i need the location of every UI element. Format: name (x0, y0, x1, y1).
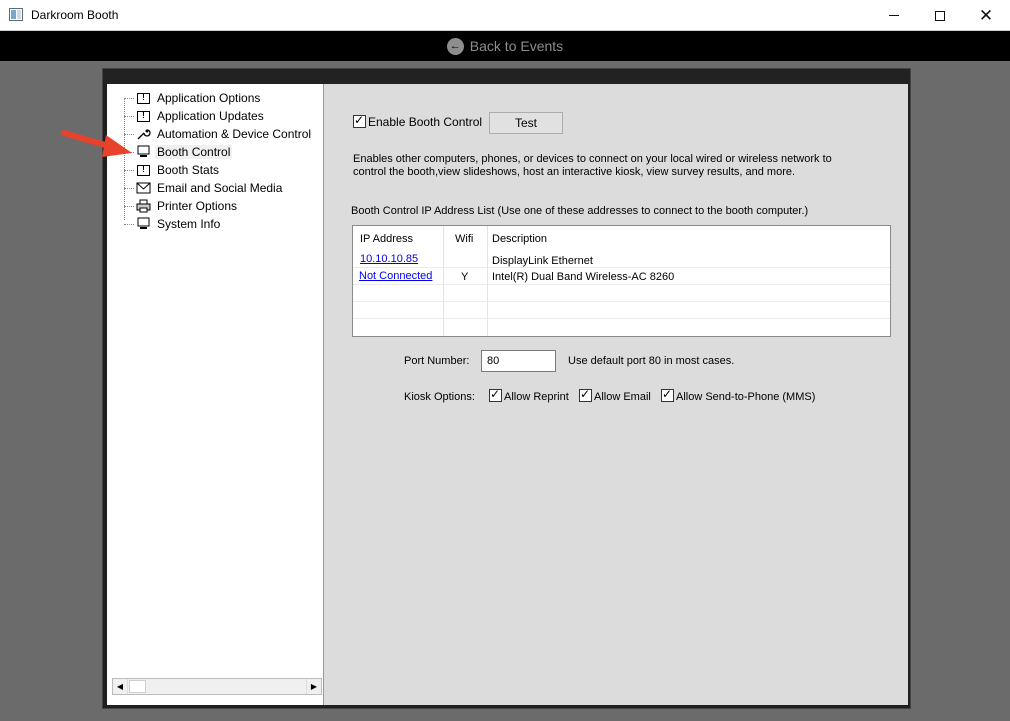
envelope-icon (136, 182, 151, 195)
tree-item-label: Booth Control (155, 145, 233, 159)
column-header-description[interactable]: Description (492, 233, 547, 245)
table-row-empty (353, 285, 890, 302)
back-to-events-button[interactable]: ← Back to Events (446, 37, 564, 55)
booth-control-description: Enables other computers, phones, or devi… (353, 153, 873, 179)
document-icon: ! (136, 110, 151, 123)
checkbox-checked-icon[interactable] (353, 113, 366, 128)
back-label: Back to Events (469, 38, 564, 54)
scroll-thumb[interactable] (129, 680, 146, 693)
tree-item-application-updates[interactable]: ! Application Updates (107, 107, 264, 125)
close-button[interactable]: ✕ (963, 0, 1009, 31)
booth-control-settings: Enable Booth Control Test Enables other … (324, 84, 908, 705)
tree-horizontal-scrollbar[interactable]: ◀ ▶ (112, 678, 322, 695)
ip-list-title: Booth Control IP Address List (Use one o… (351, 205, 809, 217)
document-icon: ! (136, 164, 151, 177)
checkbox-checked-icon[interactable] (579, 387, 592, 402)
window-title: Darkroom Booth (31, 8, 119, 22)
port-number-hint: Use default port 80 in most cases. (568, 355, 735, 367)
port-number-input[interactable]: 80 (481, 350, 556, 372)
allow-send-to-phone-label: Allow Send-to-Phone (MMS) (676, 391, 816, 403)
tree-item-label: Application Updates (157, 109, 264, 123)
tree-item-label: Printer Options (157, 199, 238, 213)
tree-item-label: Application Options (157, 91, 261, 105)
column-header-ip-address[interactable]: IP Address (360, 233, 413, 245)
enable-booth-control-checkbox[interactable]: Enable Booth Control (353, 113, 483, 129)
settings-tree: ! Application Options ! Application Upda… (107, 84, 324, 705)
ip-address-link[interactable]: 10.10.10.85 (360, 253, 418, 265)
close-icon: ✕ (978, 6, 994, 25)
tree-item-label: System Info (157, 217, 221, 231)
tree-item-label: Booth Stats (157, 163, 220, 177)
tree-item-label: Automation & Device Control (157, 127, 312, 141)
title-bar: Darkroom Booth ✕ (0, 0, 1010, 31)
computer-icon (136, 217, 151, 231)
scroll-right-icon[interactable]: ▶ (306, 679, 321, 694)
scroll-left-icon[interactable]: ◀ (113, 679, 128, 694)
test-button[interactable]: Test (489, 112, 563, 134)
tree-item-email-social-media[interactable]: Email and Social Media (107, 179, 282, 197)
description-cell: Intel(R) Dual Band Wireless-AC 8260 (492, 271, 675, 283)
enable-booth-control-label: Enable Booth Control (368, 115, 483, 129)
tree-item-application-options[interactable]: ! Application Options (107, 89, 260, 107)
allow-email-checkbox[interactable]: Allow Email (579, 387, 651, 403)
ip-address-table[interactable]: IP Address Wifi Description 10.10.10.85 … (352, 225, 891, 337)
allow-email-label: Allow Email (594, 391, 651, 403)
minimize-icon (889, 15, 899, 16)
app-icon (9, 8, 23, 21)
tree-item-printer-options[interactable]: Printer Options (107, 197, 237, 215)
tree-item-label: Email and Social Media (157, 181, 283, 195)
maximize-button[interactable] (917, 0, 963, 31)
table-row[interactable]: 10.10.10.85 DisplayLink Ethernet (353, 251, 890, 268)
checkbox-checked-icon[interactable] (489, 387, 502, 402)
printer-icon (136, 199, 151, 213)
table-row[interactable]: Not Connected Y Intel(R) Dual Band Wirel… (353, 268, 890, 285)
allow-reprint-checkbox[interactable]: Allow Reprint (489, 387, 569, 403)
column-header-wifi[interactable]: Wifi (455, 233, 473, 245)
maximize-icon (935, 10, 945, 21)
allow-send-to-phone-checkbox[interactable]: Allow Send-to-Phone (MMS) (661, 387, 816, 403)
table-row-empty (353, 302, 890, 319)
settings-panel: ! Application Options ! Application Upda… (102, 68, 911, 709)
document-icon: ! (136, 92, 151, 105)
port-number-label: Port Number: (404, 355, 470, 367)
description-line: Enables other computers, phones, or devi… (353, 153, 832, 165)
red-arrow-annotation-icon (61, 130, 132, 157)
arrow-left-icon: ← (446, 37, 464, 55)
checkbox-checked-icon[interactable] (661, 387, 674, 402)
ip-address-link[interactable]: Not Connected (359, 270, 432, 282)
panel-header (103, 69, 910, 84)
navigation-bar: ← Back to Events (0, 31, 1010, 61)
wifi-cell: Y (461, 271, 469, 283)
description-line: control the booth,view slideshows, host … (353, 166, 796, 178)
minimize-button[interactable] (871, 0, 917, 31)
description-cell: DisplayLink Ethernet (492, 255, 593, 267)
allow-reprint-label: Allow Reprint (504, 391, 569, 403)
kiosk-options-label: Kiosk Options: (404, 391, 475, 403)
